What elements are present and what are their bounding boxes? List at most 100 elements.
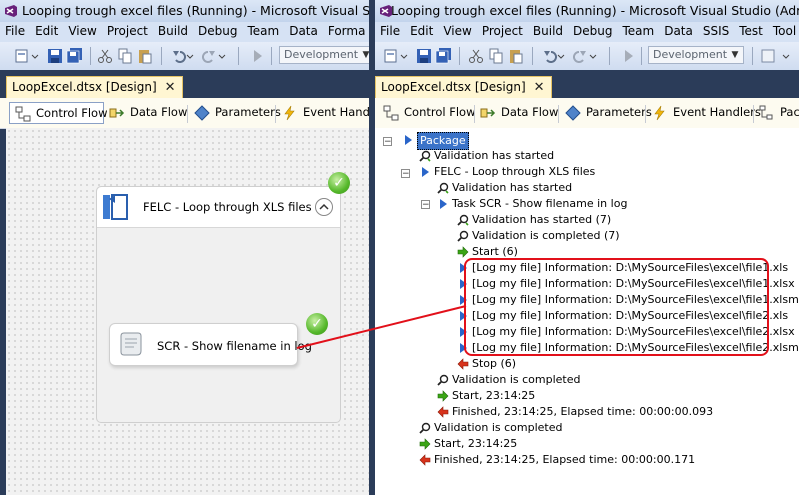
document-tab-loopexcel[interactable]: LoopExcel.dtsx [Design] ✕ xyxy=(375,76,552,98)
redo-icon[interactable] xyxy=(202,48,228,64)
blue-triangle-icon xyxy=(440,199,447,209)
success-check-icon: ✓ xyxy=(306,313,328,335)
cut-icon[interactable] xyxy=(97,48,113,64)
blue-triangle-icon xyxy=(405,135,412,145)
solution-configuration-value: Development xyxy=(653,48,728,61)
designer-tabs: Control Flow Data Flow Parameters Event … xyxy=(0,98,369,129)
tab-label: Pack xyxy=(780,105,799,119)
tab-label: Event Handle xyxy=(303,105,369,119)
red-arrow-icon xyxy=(419,454,431,466)
tab-event-handlers[interactable]: Event Handle xyxy=(277,102,369,124)
menu-format[interactable]: Forma xyxy=(323,22,369,38)
menu-file[interactable]: File xyxy=(375,22,405,38)
menu-view[interactable]: View xyxy=(63,22,101,38)
menu-team[interactable]: Team xyxy=(242,22,284,38)
save-icon[interactable] xyxy=(47,48,63,64)
toolbar-separator xyxy=(238,47,239,65)
green-arrow-icon xyxy=(457,246,469,258)
tab-control-flow[interactable]: Control Flow xyxy=(9,102,107,124)
close-icon[interactable]: ✕ xyxy=(165,80,176,95)
collapse-toggle[interactable]: − xyxy=(383,137,392,147)
menu-data[interactable]: Data xyxy=(659,22,698,38)
toolbar-separator xyxy=(90,47,91,65)
tab-label: Data Flow xyxy=(130,105,188,119)
window-title: Looping trough excel files (Running) - M… xyxy=(391,3,799,18)
validation-magnifier-icon xyxy=(457,214,469,226)
copy-icon[interactable] xyxy=(117,48,133,64)
progress-text: Validation has started (7) xyxy=(472,213,612,226)
solution-configuration-combo[interactable]: Development ▼ xyxy=(648,46,744,64)
menu-ssis[interactable]: SSIS xyxy=(698,22,734,38)
document-tab-label: LoopExcel.dtsx [Design] xyxy=(12,80,157,94)
toolbar-overflow-icon[interactable] xyxy=(761,48,795,64)
blue-triangle-icon xyxy=(422,167,429,177)
green-arrow-icon xyxy=(419,438,431,450)
copy-icon[interactable] xyxy=(488,48,504,64)
package-explorer-icon xyxy=(759,105,773,120)
menu-file[interactable]: File xyxy=(0,22,30,38)
menu-build[interactable]: Build xyxy=(153,22,193,38)
close-icon[interactable]: ✕ xyxy=(534,80,545,95)
menu-edit[interactable]: Edit xyxy=(405,22,438,38)
menu-project[interactable]: Project xyxy=(477,22,528,38)
menu-project[interactable]: Project xyxy=(102,22,153,38)
new-project-icon[interactable] xyxy=(383,48,411,64)
paste-icon[interactable] xyxy=(508,48,524,64)
progress-text: Start, 23:14:25 xyxy=(434,437,518,450)
menu-team[interactable]: Team xyxy=(617,22,659,38)
progress-text: Validation has started xyxy=(434,149,555,162)
validation-complete-icon xyxy=(437,374,449,386)
progress-text: Validation has started xyxy=(452,181,573,194)
cut-icon[interactable] xyxy=(468,48,484,64)
undo-icon[interactable] xyxy=(541,48,567,64)
tab-parameters[interactable]: Parameters xyxy=(189,102,281,124)
undo-icon[interactable] xyxy=(170,48,196,64)
task-label: SCR - Show filename in log xyxy=(157,339,312,353)
tab-event-handlers[interactable]: Event Handlers xyxy=(647,102,761,124)
progress-text: Start, 23:14:25 xyxy=(452,389,536,402)
toolbar-separator xyxy=(641,47,642,65)
tab-separator xyxy=(558,105,559,123)
tab-data-flow[interactable]: Data Flow xyxy=(475,102,559,124)
progress-text: Finished, 23:14:25, Elapsed time: 00:00:… xyxy=(434,453,696,466)
new-project-icon[interactable] xyxy=(14,48,42,64)
tab-label: Parameters xyxy=(215,105,281,119)
tab-data-flow[interactable]: Data Flow xyxy=(104,102,188,124)
menu-debug[interactable]: Debug xyxy=(568,22,617,38)
toolbar-separator xyxy=(609,47,610,65)
redo-icon[interactable] xyxy=(573,48,599,64)
menu-tools[interactable]: Tool xyxy=(768,22,799,38)
toolbar: Development ▼ xyxy=(375,42,799,70)
document-tab-loopexcel[interactable]: LoopExcel.dtsx [Design] ✕ xyxy=(6,76,183,98)
foreach-loop-container[interactable]: FELC - Loop through XLS files xyxy=(96,186,341,423)
paste-icon[interactable] xyxy=(137,48,153,64)
toolbar-separator xyxy=(459,47,460,65)
menu-build[interactable]: Build xyxy=(528,22,568,38)
start-debugging-icon[interactable] xyxy=(623,48,635,64)
script-task[interactable]: SCR - Show filename in log xyxy=(109,323,312,366)
validation-complete-icon xyxy=(457,230,469,242)
tab-parameters[interactable]: Parameters xyxy=(560,102,652,124)
parameters-icon xyxy=(565,105,581,121)
menu-view[interactable]: View xyxy=(438,22,476,38)
left-visual-studio-window: Looping trough excel files (Running) - M… xyxy=(0,0,369,495)
tab-label: Control Flow xyxy=(404,105,476,119)
tab-control-flow[interactable]: Control Flow xyxy=(378,102,476,124)
collapse-toggle[interactable]: − xyxy=(421,200,430,210)
validation-magnifier-icon xyxy=(437,182,449,194)
save-icon[interactable] xyxy=(416,48,432,64)
tab-package-explorer[interactable]: Pack xyxy=(754,102,799,124)
foreach-loop-icon xyxy=(103,194,128,220)
save-all-icon[interactable] xyxy=(66,48,84,64)
tab-label: Data Flow xyxy=(501,105,559,119)
container-label: FELC - Loop through XLS files xyxy=(143,200,312,214)
menu-test[interactable]: Test xyxy=(734,22,768,38)
menu-data[interactable]: Data xyxy=(284,22,323,38)
menu-debug[interactable]: Debug xyxy=(193,22,242,38)
collapse-toggle[interactable]: − xyxy=(401,169,410,179)
start-debugging-icon[interactable] xyxy=(252,48,264,64)
collapse-icon[interactable] xyxy=(314,197,334,217)
solution-configuration-combo[interactable]: Development ▼ xyxy=(279,46,369,64)
save-all-icon[interactable] xyxy=(435,48,453,64)
menu-edit[interactable]: Edit xyxy=(30,22,63,38)
